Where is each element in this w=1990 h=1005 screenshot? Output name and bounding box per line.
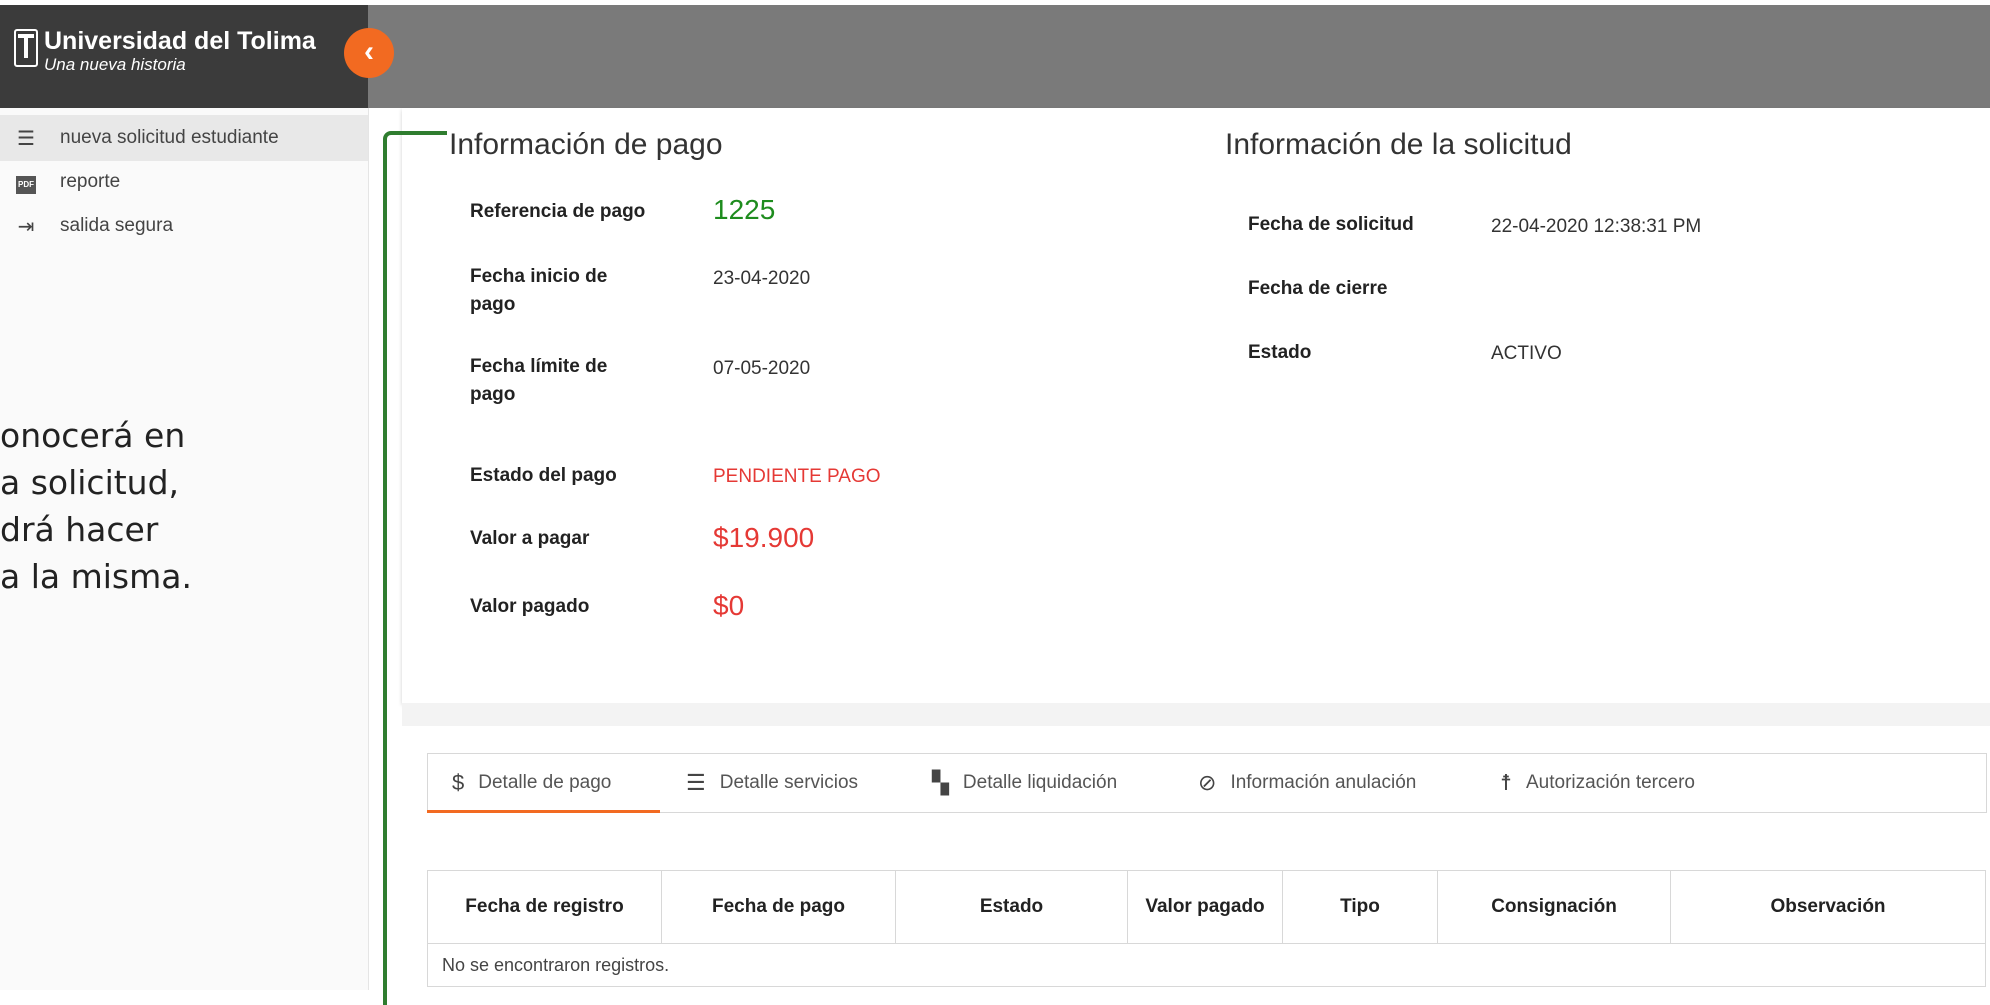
- overlay-text-line: a la misma.: [0, 557, 192, 596]
- sidebar-item-nueva-solicitud[interactable]: ☰ nueva solicitud estudiante: [0, 115, 368, 161]
- reference-label: Referencia de pago: [470, 201, 646, 222]
- payment-detail-table: Fecha de registro Fecha de pago Estado V…: [427, 870, 1986, 987]
- column-header[interactable]: Observación: [1670, 870, 1986, 944]
- pdf-icon: PDF: [12, 170, 40, 194]
- payment-status-label: Estado del pago: [470, 465, 617, 486]
- payment-section-title: Información de pago: [449, 128, 723, 161]
- brand-area: Universidad del Tolima Una nueva histori…: [0, 5, 368, 108]
- column-header[interactable]: Tipo: [1282, 870, 1438, 944]
- close-date-label: Fecha de cierre: [1248, 278, 1388, 299]
- university-logo-icon: [14, 29, 38, 67]
- request-state-label: Estado: [1248, 342, 1312, 363]
- tab-label: Información anulación: [1230, 772, 1417, 793]
- logout-icon: ⇥: [17, 215, 35, 238]
- dollar-icon: $: [452, 770, 465, 795]
- sidebar-item-label: reporte: [60, 171, 121, 192]
- tab-informacion-anulacion[interactable]: ⊘ Información anulación: [1198, 753, 1416, 813]
- accessibility-icon: ☨: [1500, 770, 1512, 795]
- start-date-label: Fecha inicio de pago: [470, 266, 608, 315]
- overlay-text-line: a solicitud,: [0, 463, 180, 502]
- request-date-label: Fecha de solicitud: [1248, 214, 1414, 235]
- column-header[interactable]: Consignación: [1437, 870, 1671, 944]
- request-state-value: ACTIVO: [1491, 343, 1562, 364]
- services-icon: ☰: [686, 770, 706, 795]
- info-card: Información de pago Referencia de pago 1…: [402, 108, 1990, 703]
- amount-paid-label: Valor pagado: [470, 596, 590, 617]
- active-tab-indicator: [427, 810, 660, 813]
- amount-due-label: Valor a pagar: [470, 528, 590, 549]
- tab-label: Detalle de pago: [478, 772, 612, 793]
- sidebar-item-label: nueva solicitud estudiante: [60, 127, 279, 148]
- brand-name: Universidad del Tolima: [44, 27, 316, 55]
- column-header[interactable]: Fecha de registro: [427, 870, 662, 944]
- chevron-left-icon: ‹: [364, 35, 374, 68]
- payment-status-value: PENDIENTE PAGO: [713, 466, 881, 487]
- request-section-title: Información de la solicitud: [1225, 128, 1572, 161]
- amount-due-value: $19.900: [713, 522, 815, 553]
- tab-autorizacion-tercero[interactable]: ☨ Autorización tercero: [1500, 753, 1695, 813]
- table-row: No se encontraron registros.: [427, 943, 1986, 987]
- cancel-icon: ⊘: [1198, 770, 1217, 795]
- empty-message: No se encontraron registros.: [427, 943, 1986, 987]
- amount-paid-value: $0: [713, 590, 745, 621]
- tab-detalle-liquidacion[interactable]: ▚ Detalle liquidación: [932, 753, 1117, 813]
- limit-date-label: Fecha límite de pago: [470, 356, 608, 405]
- column-header[interactable]: Estado: [895, 870, 1128, 944]
- sidebar-item-label: salida segura: [60, 215, 174, 236]
- reference-value: 1225: [713, 194, 776, 225]
- sidebar-item-reporte[interactable]: PDF reporte: [0, 159, 368, 205]
- sidebar-item-salida-segura[interactable]: ⇥ salida segura: [0, 203, 368, 249]
- list-icon: ☰: [17, 127, 35, 150]
- table-header-row: Fecha de registro Fecha de pago Estado V…: [427, 870, 1986, 944]
- limit-date-value: 07-05-2020: [713, 358, 811, 379]
- tab-label: Detalle servicios: [719, 772, 859, 793]
- column-header[interactable]: Valor pagado: [1127, 870, 1283, 944]
- tab-detalle-pago[interactable]: $ Detalle de pago: [452, 753, 611, 813]
- sidebar: ☰ nueva solicitud estudiante PDF reporte…: [0, 108, 369, 990]
- request-date-value: 22-04-2020 12:38:31 PM: [1491, 216, 1702, 237]
- start-date-value: 23-04-2020: [713, 268, 811, 289]
- column-header[interactable]: Fecha de pago: [661, 870, 896, 944]
- tab-label: Detalle liquidación: [962, 772, 1118, 793]
- tab-label: Autorización tercero: [1526, 772, 1695, 793]
- brand-slogan: Una nueva historia: [44, 55, 186, 74]
- liquidation-icon: ▚: [932, 770, 949, 795]
- overlay-text-line: onocerá en: [0, 416, 186, 455]
- tab-detalle-servicios[interactable]: ☰ Detalle servicios: [686, 753, 858, 813]
- section-divider: [402, 703, 1990, 726]
- overlay-text-line: drá hacer: [0, 510, 159, 549]
- collapse-sidebar-button[interactable]: ‹: [344, 28, 394, 78]
